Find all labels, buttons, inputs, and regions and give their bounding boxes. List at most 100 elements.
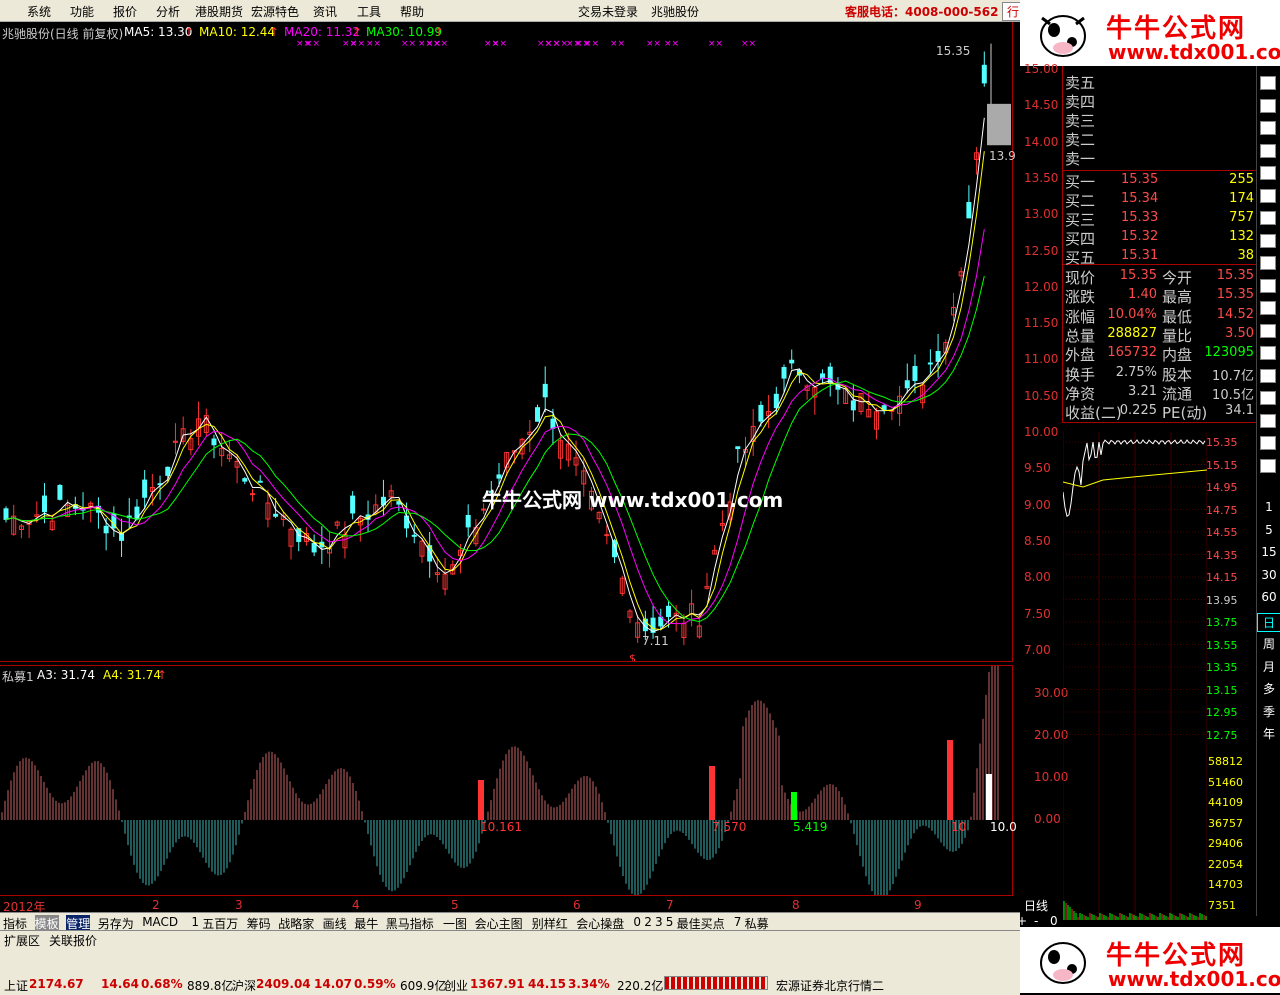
stat-value: 10.04% <box>1107 306 1157 322</box>
stat-value: 15.35 <box>1216 287 1254 303</box>
indicator-tab[interactable]: 1 <box>191 915 199 929</box>
candle-body <box>165 466 171 476</box>
tool-icon[interactable] <box>1260 211 1276 225</box>
indicator-tab[interactable]: MACD <box>142 915 178 929</box>
stat-label: 换手 <box>1065 365 1096 384</box>
login-status[interactable]: 交易未登录 <box>578 3 638 20</box>
zoom-reset-button[interactable]: 0 <box>1050 914 1058 928</box>
buy-level-volume: 174 <box>1229 191 1254 206</box>
sz-label[interactable]: 沪深 <box>232 977 256 994</box>
tool-icon[interactable] <box>1260 323 1276 338</box>
indicator-tab[interactable]: 5 <box>666 915 674 929</box>
indicator-tab[interactable]: 3 <box>655 915 663 929</box>
menu-tools[interactable]: 工具 <box>357 3 381 20</box>
tool-icon[interactable] <box>1260 413 1276 428</box>
logo-url: www.tdx001.com <box>1108 967 1280 991</box>
stat-value: 165732 <box>1107 345 1157 361</box>
tool-icon[interactable] <box>1260 278 1276 293</box>
tool-icon[interactable] <box>1260 121 1276 135</box>
x-label-9: 9 <box>914 898 922 912</box>
intraday-price-tick: 15.15 <box>1206 458 1238 472</box>
signal-cross: ×× <box>366 39 381 49</box>
tool-icon[interactable] <box>1260 256 1276 270</box>
buy-level-price: 15.33 <box>1121 210 1159 225</box>
sz-pct: 0.59% <box>354 977 396 991</box>
period-button[interactable]: 周 <box>1257 635 1280 652</box>
tool-icon[interactable] <box>1260 346 1276 360</box>
menu-analysis[interactable]: 分析 <box>156 3 180 20</box>
buy-signal-icon: $ <box>629 652 636 662</box>
period-button[interactable]: 年 <box>1257 725 1280 742</box>
intraday-price-tick: 13.75 <box>1206 616 1238 629</box>
signal-cross: ×× <box>708 39 723 49</box>
high-label: 15.35 <box>936 44 971 58</box>
menu-hk-futures[interactable]: 港股期货 <box>195 3 243 20</box>
tool-icon[interactable] <box>1260 143 1276 158</box>
tool-icon[interactable] <box>1260 233 1276 248</box>
period-button[interactable]: 5 <box>1257 523 1280 537</box>
stat-label: 总量 <box>1065 326 1096 345</box>
period-button[interactable]: 月 <box>1257 658 1280 675</box>
period-button[interactable]: 日 <box>1257 612 1280 632</box>
candle-body <box>665 605 671 618</box>
menu-help[interactable]: 帮助 <box>400 3 424 20</box>
candle-body <box>411 534 417 537</box>
period-button[interactable]: 1 <box>1257 500 1280 514</box>
tool-icon[interactable] <box>1260 76 1276 90</box>
candle-body <box>912 366 918 381</box>
candle-body <box>3 508 9 520</box>
breadth-bar <box>664 976 768 990</box>
menu-hongyuan[interactable]: 宏源特色 <box>251 3 299 20</box>
indicator-tab[interactable]: 2 <box>644 915 652 929</box>
intraday-chart[interactable] <box>1063 432 1207 920</box>
candle-body <box>496 474 502 479</box>
kline-chart[interactable]: ×××× ×××× ×× ×× ×××××× ×××× ×××××××××××× ×× ×× ××… <box>0 22 1013 662</box>
today-candle <box>987 103 1011 146</box>
candle-body <box>57 484 63 500</box>
tool-icon[interactable] <box>1260 436 1276 450</box>
cy-label[interactable]: 创业 <box>444 977 468 994</box>
zoom-out-button[interactable]: - <box>1034 914 1038 928</box>
candle-body <box>103 525 109 534</box>
indicator-tab[interactable]: 0 <box>633 915 641 929</box>
tool-icon[interactable] <box>1260 458 1276 473</box>
stat-label: 现价 <box>1065 269 1096 287</box>
menu-info[interactable]: 资讯 <box>313 3 337 20</box>
tool-icon[interactable] <box>1260 188 1276 203</box>
tool-icon[interactable] <box>1260 98 1276 113</box>
indicator-chart[interactable] <box>0 665 1013 895</box>
sub-label-1: 10.161 <box>480 820 522 834</box>
period-button[interactable]: 60 <box>1257 590 1280 604</box>
buy-level-volume: 255 <box>1229 172 1254 187</box>
indicator-tab[interactable]: 7 <box>734 915 742 929</box>
tool-icon[interactable] <box>1260 391 1276 405</box>
menu-quote[interactable]: 报价 <box>113 3 137 20</box>
broker-server[interactable]: 宏源证券北京行情二 <box>776 977 884 994</box>
menu-function[interactable]: 功能 <box>70 3 94 20</box>
buy-level-label: 买五 <box>1065 249 1096 267</box>
tool-icon[interactable] <box>1260 301 1276 315</box>
menu-system[interactable]: 系统 <box>27 3 51 20</box>
tool-icon[interactable] <box>1260 166 1276 180</box>
price-tick: 9.50 <box>1024 461 1051 476</box>
signal-bar <box>791 792 797 820</box>
signal-bar <box>947 740 953 820</box>
stat-value: 0.225 <box>1119 403 1157 419</box>
x-label-4: 4 <box>352 898 360 912</box>
sub-tabbar: 扩展区 关联报价 <box>0 930 1020 948</box>
stat-label: 最高 <box>1162 288 1193 307</box>
stat-value: 10.7亿 <box>1212 368 1254 384</box>
stock-name: 兆驰股份 <box>651 5 700 19</box>
candle-body <box>250 493 255 496</box>
period-button[interactable]: 多 <box>1257 680 1280 697</box>
tool-icon[interactable] <box>1260 368 1276 383</box>
period-button[interactable]: 15 <box>1257 545 1280 559</box>
stat-label: 流通 <box>1162 384 1193 403</box>
period-label[interactable]: 日线 <box>1024 897 1048 914</box>
candles <box>3 51 987 646</box>
period-button[interactable]: 30 <box>1257 568 1280 582</box>
sh-label[interactable]: 上证 <box>4 977 28 994</box>
period-button[interactable]: 季 <box>1257 703 1280 720</box>
intraday-price-line <box>1063 439 1206 518</box>
buy-level-volume: 757 <box>1229 210 1254 225</box>
